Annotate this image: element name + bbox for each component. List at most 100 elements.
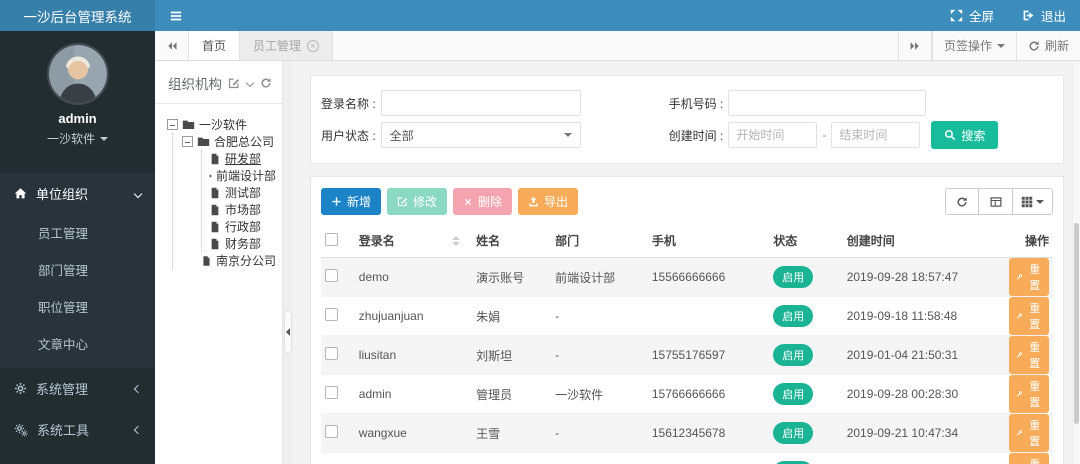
table-row[interactable]: wangxue 王雪 - 15612345678 启用 2019-09-21 1… bbox=[321, 413, 1053, 453]
caret-down-icon bbox=[1036, 199, 1044, 204]
reset-password-button[interactable]: 重置 bbox=[1009, 258, 1049, 296]
fullscreen-button[interactable]: 全屏 bbox=[936, 0, 1008, 31]
tree-node-leaf[interactable]: 前端设计部 bbox=[209, 167, 276, 184]
panel-collapse-handle[interactable] bbox=[284, 310, 292, 353]
tree-node-leaf[interactable]: 研发部 bbox=[209, 150, 276, 167]
vertical-scrollbar[interactable] bbox=[1072, 62, 1080, 464]
reset-password-button[interactable]: 重置 bbox=[1009, 336, 1049, 374]
tab-home[interactable]: 首页 bbox=[189, 31, 241, 60]
sidebar-item-article-center[interactable]: 文章中心 bbox=[0, 325, 155, 362]
row-checkbox[interactable] bbox=[325, 425, 338, 438]
status-badge: 启用 bbox=[773, 266, 814, 288]
row-checkbox[interactable] bbox=[325, 386, 338, 399]
row-checkbox[interactable] bbox=[325, 347, 338, 360]
column-header-phone[interactable]: 手机 bbox=[647, 224, 770, 258]
phone-input[interactable] bbox=[728, 90, 927, 116]
search-button[interactable]: 搜索 bbox=[931, 121, 999, 149]
tree-node-leaf[interactable]: 财务部 bbox=[209, 235, 276, 252]
column-header-status[interactable]: 状态 bbox=[769, 224, 843, 258]
tree-node-label[interactable]: 一沙软件 bbox=[199, 116, 247, 133]
tree-node-leaf[interactable]: 市场部 bbox=[209, 201, 276, 218]
sidebar-item-system-mgmt[interactable]: 系统管理 bbox=[0, 368, 155, 409]
tree-refresh-button[interactable] bbox=[260, 77, 272, 89]
tree-node-label[interactable]: 南京分公司 bbox=[216, 252, 276, 269]
panel-splitter[interactable] bbox=[283, 61, 293, 464]
tab-operations-dropdown[interactable]: 页签操作 bbox=[931, 31, 1016, 60]
add-button[interactable]: 新增 bbox=[321, 188, 382, 215]
sidebar-item-system-tools[interactable]: 系统工具 bbox=[0, 409, 155, 450]
add-button-label: 新增 bbox=[347, 195, 372, 209]
column-header-created[interactable]: 创建时间 bbox=[842, 224, 1005, 258]
table-refresh-button[interactable] bbox=[945, 188, 979, 215]
tree-edit-button[interactable] bbox=[228, 77, 240, 89]
card-view-button[interactable] bbox=[979, 188, 1013, 215]
column-header-name[interactable]: 姓名 bbox=[472, 224, 552, 258]
fullscreen-icon bbox=[950, 9, 963, 22]
tab-refresh-button[interactable]: 刷新 bbox=[1015, 31, 1080, 60]
tree-node-label[interactable]: 行政部 bbox=[225, 218, 261, 235]
row-checkbox[interactable] bbox=[325, 269, 338, 282]
tree-node-label[interactable]: 测试部 bbox=[225, 184, 261, 201]
columns-button[interactable] bbox=[1013, 188, 1053, 215]
tree-title: 组织机构 bbox=[168, 77, 222, 92]
reset-password-button[interactable]: 重置 bbox=[1009, 414, 1049, 452]
reset-password-button[interactable]: 重置 bbox=[1009, 375, 1049, 413]
tree-node-leaf[interactable]: 南京分公司 bbox=[201, 252, 276, 269]
company-dropdown[interactable]: 一沙软件 bbox=[47, 130, 108, 147]
column-header-dept[interactable]: 部门 bbox=[551, 224, 648, 258]
tree-collapse-button[interactable] bbox=[245, 78, 255, 88]
sidebar-item-department-mgmt[interactable]: 部门管理 bbox=[0, 251, 155, 288]
table-row[interactable]: demo 演示账号 前端设计部 15566666666 启用 2019-09-2… bbox=[321, 257, 1053, 297]
tree-node-leaf[interactable]: 行政部 bbox=[209, 218, 276, 235]
edit-button[interactable]: 修改 bbox=[387, 188, 448, 215]
row-checkbox[interactable] bbox=[325, 308, 338, 321]
cell-name: 朱娟 bbox=[472, 296, 552, 336]
unit-org-submenu: 员工管理 部门管理 职位管理 文章中心 bbox=[0, 214, 155, 368]
avatar[interactable] bbox=[48, 45, 107, 103]
logout-button[interactable]: 退出 bbox=[1008, 0, 1080, 31]
tree-node-label[interactable]: 市场部 bbox=[225, 201, 261, 218]
table-row[interactable]: liusitan 刘斯坦 - 15755176597 启用 2019-01-04… bbox=[321, 335, 1053, 375]
sort-icon[interactable] bbox=[452, 235, 461, 246]
login-name-input[interactable] bbox=[380, 90, 581, 116]
tree-node-branch[interactable]: 合肥总公司 bbox=[182, 133, 276, 150]
tabs-scroll-right-button[interactable] bbox=[897, 31, 932, 60]
tab-employee-mgmt[interactable]: 员工管理 × bbox=[240, 31, 334, 60]
delete-button[interactable]: 删除 bbox=[453, 188, 513, 215]
key-icon bbox=[1016, 313, 1023, 319]
tree-expander-icon[interactable] bbox=[167, 119, 178, 130]
table-row[interactable]: zhangsan 张三 - 18712345678 启用 2018-12-22 … bbox=[321, 452, 1053, 464]
tree-node-leaf[interactable]: 测试部 bbox=[209, 184, 276, 201]
tree-node-label[interactable]: 研发部 bbox=[225, 150, 261, 167]
tree-expander-icon[interactable] bbox=[182, 136, 193, 147]
sidebar-item-employee-mgmt[interactable]: 员工管理 bbox=[0, 214, 155, 251]
tree-node-root[interactable]: 一沙软件 bbox=[167, 116, 276, 133]
scrollbar-thumb[interactable] bbox=[1074, 222, 1079, 424]
user-status-select[interactable]: 全部 bbox=[380, 122, 581, 148]
tree-node-label[interactable]: 合肥总公司 bbox=[214, 133, 274, 150]
column-header-login[interactable]: 登录名 bbox=[359, 232, 395, 249]
table-row[interactable]: zhujuanjuan 朱娟 - 启用 2019-09-18 11:58:48 … bbox=[321, 296, 1053, 336]
reset-password-button[interactable]: 重置 bbox=[1009, 453, 1049, 464]
table-row[interactable]: admin 管理员 一沙软件 15766666666 启用 2019-09-28… bbox=[321, 374, 1053, 414]
end-time-input[interactable] bbox=[831, 122, 921, 148]
file-icon bbox=[211, 204, 219, 215]
refresh-icon bbox=[1029, 39, 1040, 51]
user-status-value: 全部 bbox=[389, 128, 414, 143]
edit-icon bbox=[228, 78, 240, 89]
sidebar-item-unit-org[interactable]: 单位组织 bbox=[0, 173, 155, 214]
chevron-down-icon bbox=[100, 136, 108, 141]
tree-header: 组织机构 bbox=[155, 61, 282, 104]
tree-node-label[interactable]: 前端设计部 bbox=[216, 167, 276, 184]
tree-node-label[interactable]: 财务部 bbox=[225, 235, 261, 252]
start-time-input[interactable] bbox=[728, 122, 818, 148]
tabs-scroll-left-button[interactable] bbox=[155, 31, 189, 60]
sidebar-item-position-mgmt[interactable]: 职位管理 bbox=[0, 288, 155, 325]
cell-phone: 15755176597 bbox=[647, 335, 770, 375]
tab-close-icon[interactable]: × bbox=[307, 39, 320, 52]
sidebar-toggle-button[interactable] bbox=[155, 0, 197, 31]
select-all-checkbox[interactable] bbox=[325, 232, 338, 246]
reset-password-button[interactable]: 重置 bbox=[1009, 297, 1049, 335]
export-button[interactable]: 导出 bbox=[518, 188, 579, 215]
cell-dept: - bbox=[551, 335, 648, 375]
